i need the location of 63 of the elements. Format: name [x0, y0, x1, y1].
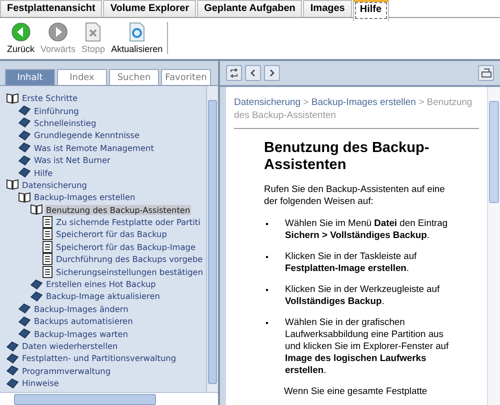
view-tab[interactable]: Volume Explorer	[103, 0, 196, 17]
breadcrumb-link[interactable]: Backup-Images erstellen	[311, 97, 416, 108]
page-icon	[42, 253, 53, 266]
printer-icon	[480, 68, 492, 78]
tree-item[interactable]: Durchführung des Backups vorgebe	[55, 254, 204, 264]
bullet-text: Wählen Sie in der grafischen Laufwerksabbildung eine Partition aus und klicken Sie im Explorer-Fenster auf Image des logischen Laufwerks erstellen.	[285, 316, 450, 376]
bullet-text: Klicken Sie in der Werkzeugleiste auf Vollständiges Backup.	[285, 283, 441, 307]
previous-button[interactable]	[245, 65, 261, 81]
page-icon	[42, 216, 53, 228]
page-heading: Benutzung des Backup-Assistenten	[264, 140, 430, 174]
tree-item[interactable]: Backups automatisieren	[33, 316, 134, 326]
refresh-icon	[128, 22, 145, 42]
tree-item[interactable]: Speicherort für das Backup-Image	[55, 242, 197, 252]
chevron-left-icon	[248, 68, 258, 78]
tree-item[interactable]: Backup-Image aktualisieren	[45, 291, 161, 302]
print-button[interactable]	[478, 65, 494, 81]
nav-tab[interactable]: Suchen	[109, 69, 159, 85]
sync-button[interactable]	[226, 65, 242, 81]
tree-item[interactable]: Speicherort für das Backup	[55, 229, 168, 240]
sync-icon	[229, 68, 239, 78]
refresh-button[interactable]: Aktualisieren	[108, 22, 168, 54]
nav-tab[interactable]: Favoriten	[161, 69, 211, 85]
tree-item[interactable]: Erste Schritte	[21, 93, 79, 104]
tree-item[interactable]: Hilfe	[33, 168, 54, 178]
view-tab[interactable]: Geplante Aufgaben	[197, 0, 302, 17]
view-tab[interactable]: Hilfe	[352, 0, 389, 21]
vertical-scrollbar[interactable]	[206, 86, 218, 392]
tree-item[interactable]: Einführung	[33, 106, 80, 116]
page-icon	[42, 228, 53, 240]
tree-item[interactable]: Datensicherung	[21, 180, 88, 190]
bullet-text: Wählen Sie im Menü Datei den Eintrag Sichern > Vollständiges Backup.	[285, 217, 449, 241]
view-tab[interactable]: Festplattenansicht	[0, 0, 102, 17]
tree-item[interactable]: Backup-Images erstellen	[33, 192, 136, 202]
view-tab[interactable]: Images	[303, 0, 352, 17]
tree-item[interactable]: Was ist Remote Management	[33, 142, 155, 153]
intro-text: Rufen Sie den Backup-Assistenten auf eine der folgenden Weisen auf:	[264, 183, 446, 207]
back-button[interactable]: Zurück	[4, 22, 38, 54]
page-icon	[42, 240, 53, 253]
page-icon	[42, 266, 53, 278]
tree-item[interactable]: Backup-Images ändern	[33, 304, 130, 314]
tree-item[interactable]: Daten wiederherstellen	[21, 341, 119, 351]
tree-item[interactable]: Backup-Images warten	[33, 328, 129, 339]
chevron-right-icon	[267, 68, 277, 78]
tree-item[interactable]: Zu sichernde Festplatte oder Partiti	[55, 217, 202, 228]
tree-item[interactable]: Programmverwaltung	[21, 366, 112, 376]
bullet-text: Klicken Sie in der Taskleiste auf Festplatten-Image erstellen.	[285, 250, 418, 274]
tree-item[interactable]: Festplatten- und Partitionsverwaltung	[21, 353, 178, 364]
tree-item[interactable]: Grundlegende Kenntnisse	[33, 130, 140, 140]
tree-item[interactable]: Erstellen eines Hot Backup	[45, 279, 157, 290]
tree-item[interactable]: Hinweise	[21, 378, 60, 388]
stop-icon	[85, 22, 102, 42]
nav-tab[interactable]: Inhalt	[5, 69, 55, 85]
tree-item[interactable]: Sicherungseinstellungen bestätigen	[55, 266, 204, 277]
next-button[interactable]	[264, 65, 280, 81]
nav-tab[interactable]: Index	[57, 69, 107, 85]
tree-item[interactable]: Schnelleinstieg	[33, 118, 98, 128]
paragraph-text: Wenn Sie eine gesamte Festplatte	[284, 385, 428, 397]
horizontal-scrollbar[interactable]	[0, 392, 218, 405]
tree-item[interactable]: Was ist Net Burner	[33, 155, 112, 166]
tree-item[interactable]: Benutzung des Backup-Assistenten	[45, 204, 192, 215]
breadcrumb-link[interactable]: Datensicherung	[234, 97, 301, 108]
breadcrumb: Datensicherung > Backup-Images erstellen > Benutzung des Backup-Assistenten	[234, 97, 474, 122]
vertical-scrollbar[interactable]	[487, 87, 500, 405]
